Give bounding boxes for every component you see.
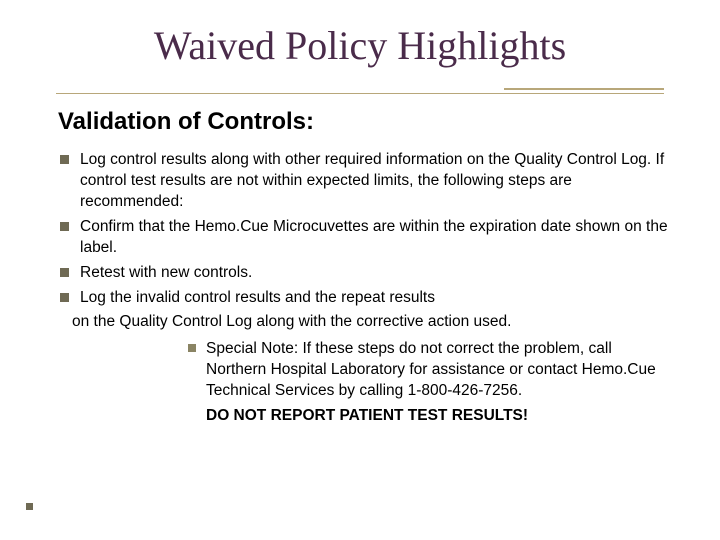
section-heading: Validation of Controls: [58,108,674,136]
list-item: Retest with new controls. [58,263,674,284]
accent-rule-long [56,93,664,94]
bullet-list: Log control results along with other req… [58,150,674,308]
bullet-text: Log control results along with other req… [80,151,664,210]
list-item: Confirm that the Hemo.Cue Microcuvettes … [58,217,674,259]
sub-bullet-list: Special Note: If these steps do not corr… [58,339,674,427]
special-note-text: Special Note: If these steps do not corr… [206,340,656,399]
list-item: Special Note: If these steps do not corr… [58,339,674,427]
slide-title: Waived Policy Highlights [0,22,720,69]
footer-bullet-icon [26,503,33,510]
list-item: Log the invalid control results and the … [58,288,674,309]
bullet-text: Retest with new controls. [80,264,252,281]
continuation-line: on the Quality Control Log along with th… [58,312,674,333]
slide: Waived Policy Highlights Validation of C… [0,0,720,540]
bullet-text: Log the invalid control results and the … [80,289,435,306]
bullet-text: Confirm that the Hemo.Cue Microcuvettes … [80,218,668,256]
content-area: Validation of Controls: Log control resu… [58,108,674,427]
warning-text: DO NOT REPORT PATIENT TEST RESULTS! [206,407,528,424]
title-area: Waived Policy Highlights [0,22,720,69]
list-item: Log control results along with other req… [58,150,674,213]
accent-rule-short [504,88,664,90]
